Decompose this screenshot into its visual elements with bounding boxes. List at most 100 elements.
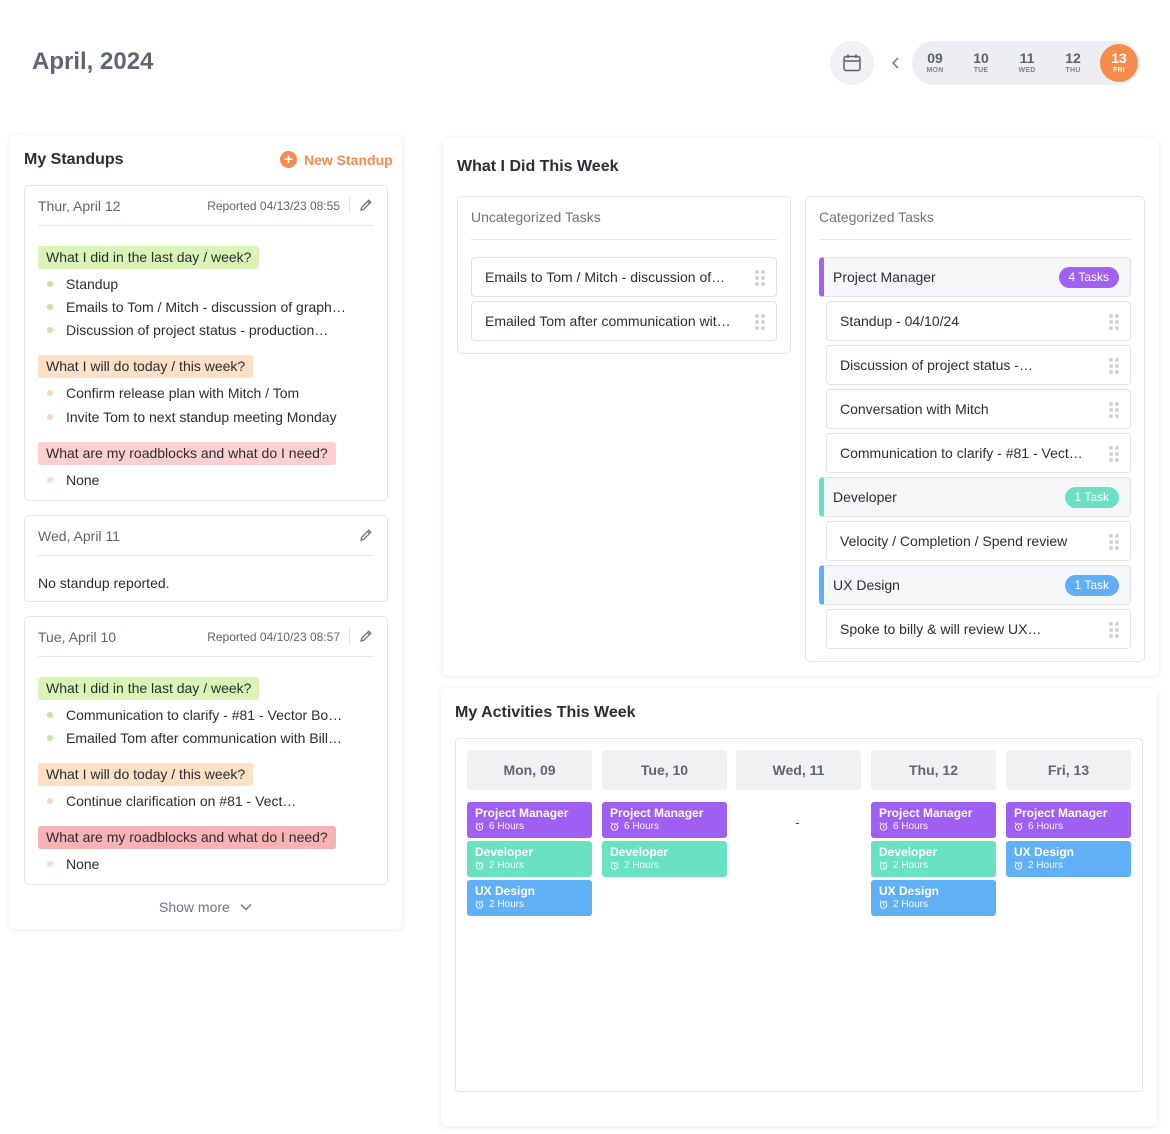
- activity-block[interactable]: Project Manager 6 Hours: [602, 802, 727, 838]
- day-number: 13: [1111, 50, 1127, 66]
- list-item: Discussion of project status - productio…: [47, 322, 377, 338]
- uncategorized-panel: Uncategorized Tasks Emails to Tom / Mitc…: [457, 196, 791, 354]
- calendar-button[interactable]: [830, 41, 874, 85]
- activity-block[interactable]: UX Design 2 Hours: [871, 880, 996, 916]
- bullet-dot: [47, 798, 53, 804]
- what-i-did-title: What I Did This Week: [457, 158, 619, 175]
- activity-block[interactable]: UX Design 2 Hours: [467, 880, 592, 916]
- task-item[interactable]: Conversation with Mitch: [826, 389, 1131, 429]
- previous-week-button[interactable]: [886, 52, 906, 74]
- alarm-clock-icon: [879, 861, 888, 870]
- plus-icon: +: [280, 151, 297, 168]
- activity-block[interactable]: Project Manager 6 Hours: [871, 802, 996, 838]
- question-will-do-tag: What I will do today / this week?: [38, 763, 254, 786]
- edit-button[interactable]: [358, 527, 374, 543]
- bullet-dot: [47, 327, 53, 333]
- drag-handle-icon[interactable]: [1109, 446, 1119, 462]
- task-count-badge: 1 Task: [1064, 575, 1119, 596]
- page-title: April, 2024: [32, 48, 154, 75]
- drag-handle-icon[interactable]: [1109, 402, 1119, 418]
- day-chip-10[interactable]: 10 TUE: [958, 41, 1004, 85]
- edit-button[interactable]: [358, 197, 374, 213]
- task-item[interactable]: Emailed Tom after communication wit…: [471, 301, 777, 341]
- list-item: Continue clarification on #81 - Vect…: [47, 793, 377, 809]
- day-chip-11[interactable]: 11 WED: [1004, 41, 1050, 85]
- show-more-label: Show more: [159, 899, 230, 915]
- bullet-dot: [47, 304, 53, 310]
- activity-block[interactable]: Project Manager 6 Hours: [1006, 802, 1131, 838]
- pencil-icon: [360, 630, 372, 642]
- activity-block[interactable]: Project Manager 6 Hours: [467, 802, 592, 838]
- activity-block[interactable]: UX Design 2 Hours: [1006, 841, 1131, 877]
- category-name: Project Manager: [833, 269, 936, 285]
- list-item: Emails to Tom / Mitch - discussion of gr…: [47, 299, 377, 315]
- task-item[interactable]: Spoke to billy & will review UX…: [826, 609, 1131, 649]
- day-chip-12[interactable]: 12 THU: [1050, 41, 1096, 85]
- list-item: None: [47, 472, 377, 488]
- day-column-header: Thu, 12: [871, 750, 996, 790]
- standup-entry-header: Tue, April 10 Reported 04/10/23 08:57: [38, 617, 374, 657]
- drag-handle-icon[interactable]: [1109, 314, 1119, 330]
- day-number: 12: [1065, 50, 1081, 66]
- pencil-icon: [360, 529, 372, 541]
- alarm-clock-icon: [1014, 861, 1023, 870]
- activity-block[interactable]: Developer 2 Hours: [467, 841, 592, 877]
- activities-card: My Activities This Week Mon, 09 Tue, 10 …: [441, 688, 1157, 1126]
- bullet-dot: [47, 735, 53, 741]
- activity-block[interactable]: Developer 2 Hours: [871, 841, 996, 877]
- question-roadblocks-tag: What are my roadblocks and what do I nee…: [38, 826, 336, 849]
- day-chip-09[interactable]: 09 MON: [912, 41, 958, 85]
- category-name: UX Design: [833, 577, 900, 593]
- standup-entry-header: Thur, April 12 Reported 04/13/23 08:55: [38, 186, 374, 226]
- day-chip-13-selected[interactable]: 13 FRI: [1100, 44, 1138, 82]
- list-item: Confirm release plan with Mitch / Tom: [47, 385, 377, 401]
- alarm-clock-icon: [879, 900, 888, 909]
- drag-handle-icon[interactable]: [1109, 358, 1119, 374]
- alarm-clock-icon: [475, 861, 484, 870]
- drag-handle-icon[interactable]: [755, 314, 765, 330]
- edit-button[interactable]: [358, 628, 374, 644]
- chevron-down-icon: [240, 904, 252, 911]
- standups-card: My Standups + New Standup Thur, April 12…: [10, 135, 402, 929]
- category-ux-design[interactable]: UX Design 1 Task: [819, 565, 1131, 605]
- category-developer[interactable]: Developer 1 Task: [819, 477, 1131, 517]
- alarm-clock-icon: [610, 861, 619, 870]
- day-weekday: MON: [926, 67, 944, 74]
- standup-entry-header: Wed, April 11: [38, 516, 374, 556]
- task-item[interactable]: Communication to clarify - #81 - Vect…: [826, 433, 1131, 473]
- day-column-header: Mon, 09: [467, 750, 592, 790]
- categorized-panel: Categorized Tasks Project Manager 4 Task…: [805, 196, 1145, 662]
- alarm-clock-icon: [610, 822, 619, 831]
- bullet-dot: [47, 414, 53, 420]
- new-standup-label: New Standup: [304, 151, 393, 168]
- show-more-button[interactable]: Show more: [159, 899, 252, 915]
- uncategorized-title: Uncategorized Tasks: [471, 209, 601, 225]
- day-weekday: WED: [1018, 67, 1036, 74]
- list-item: None: [47, 856, 377, 872]
- task-item[interactable]: Velocity / Completion / Spend review: [826, 521, 1131, 561]
- day-column-header: Tue, 10: [602, 750, 727, 790]
- new-standup-button[interactable]: + New Standup: [280, 151, 393, 168]
- category-project-manager[interactable]: Project Manager 4 Tasks: [819, 257, 1131, 297]
- activity-block[interactable]: Developer 2 Hours: [602, 841, 727, 877]
- standup-entry: Wed, April 11 No standup reported.: [24, 515, 388, 602]
- task-item[interactable]: Discussion of project status -…: [826, 345, 1131, 385]
- question-will-do-tag: What I will do today / this week?: [38, 355, 254, 378]
- drag-handle-icon[interactable]: [755, 270, 765, 286]
- task-item[interactable]: Standup - 04/10/24: [826, 301, 1131, 341]
- standup-entry: Tue, April 10 Reported 04/10/23 08:57 Wh…: [24, 616, 388, 885]
- day-weekday: TUE: [973, 67, 989, 74]
- alarm-clock-icon: [475, 900, 484, 909]
- drag-handle-icon[interactable]: [1109, 534, 1119, 550]
- question-roadblocks-tag: What are my roadblocks and what do I nee…: [38, 442, 336, 465]
- task-count-badge: 4 Tasks: [1058, 267, 1119, 288]
- day-number: 10: [973, 50, 989, 66]
- task-item[interactable]: Emails to Tom / Mitch - discussion of…: [471, 257, 777, 297]
- standup-date: Wed, April 11: [38, 528, 120, 544]
- bullet-dot: [47, 477, 53, 483]
- day-number: 11: [1019, 50, 1035, 66]
- day-number: 09: [927, 50, 943, 66]
- standup-date: Tue, April 10: [38, 629, 117, 645]
- calendar-icon: [843, 54, 861, 72]
- drag-handle-icon[interactable]: [1109, 622, 1119, 638]
